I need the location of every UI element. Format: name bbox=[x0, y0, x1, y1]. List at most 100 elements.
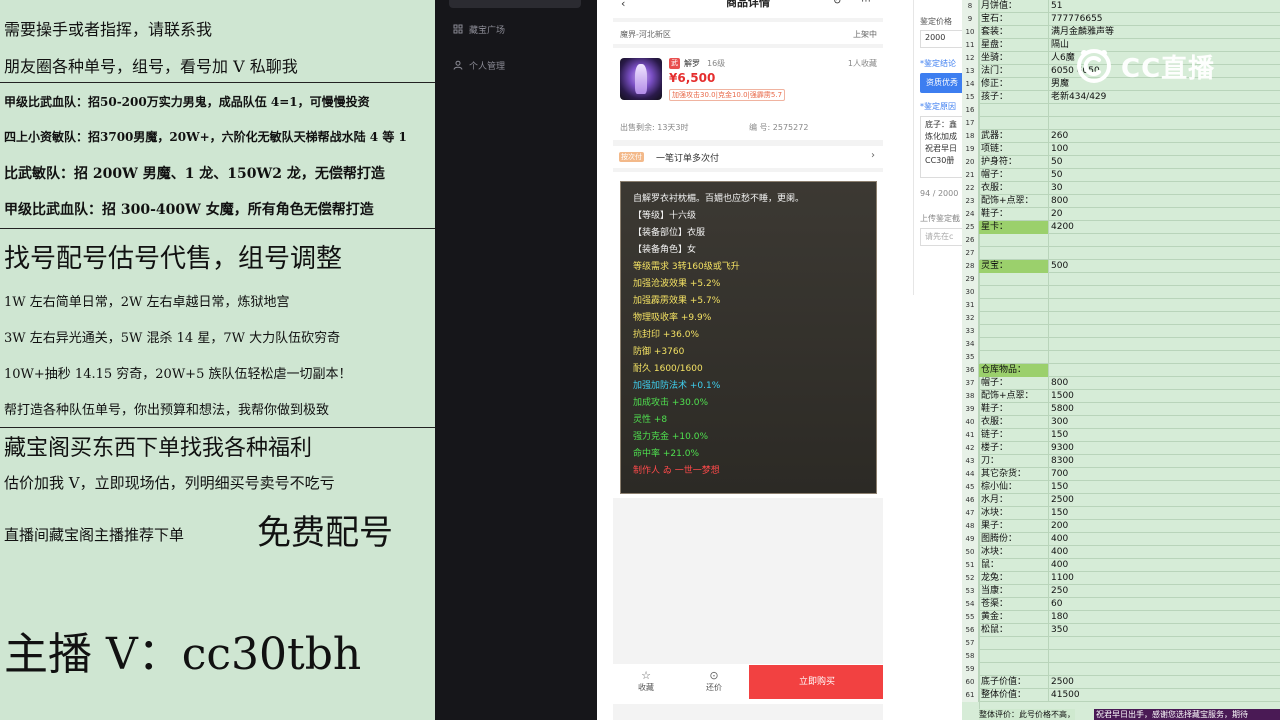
cell-label[interactable]: 水月： bbox=[979, 494, 1049, 507]
share-icon[interactable]: ↻ bbox=[833, 0, 841, 7]
row-number[interactable]: 58 bbox=[962, 650, 979, 663]
cell-label[interactable] bbox=[979, 247, 1049, 260]
cell-label[interactable]: 棕小仙： bbox=[979, 481, 1049, 494]
cell-label[interactable] bbox=[979, 299, 1049, 312]
row-number[interactable]: 40 bbox=[962, 416, 979, 429]
cell-label[interactable]: 冰块： bbox=[979, 546, 1049, 559]
cell-value[interactable]: 300 bbox=[1049, 416, 1169, 429]
row-number[interactable]: 15 bbox=[962, 91, 979, 104]
cell-label[interactable]: 项链： bbox=[979, 143, 1049, 156]
row-number[interactable]: 27 bbox=[962, 247, 979, 260]
cell-label[interactable]: 月饼值： bbox=[979, 0, 1049, 13]
cell-label[interactable]: 配饰+点翠： bbox=[979, 390, 1049, 403]
row-number[interactable]: 34 bbox=[962, 338, 979, 351]
cell-value[interactable]: 800 bbox=[1049, 377, 1169, 390]
cell-label[interactable]: 果子： bbox=[979, 520, 1049, 533]
row-number[interactable]: 43 bbox=[962, 455, 979, 468]
cell-value[interactable] bbox=[1049, 325, 1169, 338]
row-number[interactable]: 12 bbox=[962, 52, 979, 65]
favorite-button[interactable]: ☆ 收藏 bbox=[613, 664, 679, 704]
buy-now-button[interactable]: 立即购买 bbox=[749, 665, 883, 699]
cell-value[interactable] bbox=[1049, 637, 1169, 650]
cell-label[interactable]: 整体价值： bbox=[979, 689, 1049, 702]
cell-label[interactable]: 宝石： bbox=[979, 13, 1049, 26]
cell-value[interactable]: 5800 bbox=[1049, 403, 1169, 416]
row-number[interactable]: 10 bbox=[962, 26, 979, 39]
cell-value[interactable]: 350 bbox=[1049, 624, 1169, 637]
cell-label[interactable] bbox=[979, 117, 1049, 130]
cell-value[interactable] bbox=[1049, 338, 1169, 351]
conclusion-button[interactable]: 资质优秀 bbox=[920, 73, 962, 93]
cell-value[interactable] bbox=[1049, 351, 1169, 364]
cell-value[interactable]: 9300 bbox=[1049, 442, 1169, 455]
cell-label[interactable]: 武器： bbox=[979, 130, 1049, 143]
row-number[interactable]: 19 bbox=[962, 143, 979, 156]
cell-value[interactable]: 100 bbox=[1049, 143, 1169, 156]
appraisal-price-input[interactable]: 2000 bbox=[920, 30, 962, 48]
cell-value[interactable] bbox=[1049, 247, 1169, 260]
row-number[interactable]: 54 bbox=[962, 598, 979, 611]
row-number[interactable]: 57 bbox=[962, 637, 979, 650]
row-number[interactable]: 59 bbox=[962, 663, 979, 676]
cell-value[interactable]: 400 bbox=[1049, 559, 1169, 572]
cell-value[interactable]: 60 bbox=[1049, 598, 1169, 611]
appraisal-reason-textarea[interactable]: 底子：鑫 炼化加成 祝君早日 CC30册 bbox=[920, 116, 962, 178]
cell-label[interactable]: 衣服： bbox=[979, 416, 1049, 429]
row-number[interactable]: 52 bbox=[962, 572, 979, 585]
cell-value[interactable]: 150 bbox=[1049, 429, 1169, 442]
cell-value[interactable] bbox=[1049, 286, 1169, 299]
cell-label[interactable]: 鞋子： bbox=[979, 403, 1049, 416]
row-number[interactable]: 21 bbox=[962, 169, 979, 182]
cell-label[interactable] bbox=[979, 351, 1049, 364]
row-number[interactable]: 45 bbox=[962, 481, 979, 494]
row-number[interactable]: 30 bbox=[962, 286, 979, 299]
cell-value[interactable]: 2500 bbox=[1049, 676, 1169, 689]
row-number[interactable]: 33 bbox=[962, 325, 979, 338]
cell-label[interactable]: 配饰+点翠： bbox=[979, 195, 1049, 208]
cell-value[interactable] bbox=[1049, 234, 1169, 247]
row-number[interactable]: 48 bbox=[962, 520, 979, 533]
row-number[interactable]: 18 bbox=[962, 130, 979, 143]
cell-value[interactable]: 500 bbox=[1049, 260, 1169, 273]
cell-value[interactable]: 150 bbox=[1049, 507, 1169, 520]
cell-value[interactable]: 8300 bbox=[1049, 455, 1169, 468]
cell-label[interactable]: 当康： bbox=[979, 585, 1049, 598]
cell-label[interactable] bbox=[979, 234, 1049, 247]
cell-label[interactable]: 仓库物品： bbox=[979, 364, 1049, 377]
cell-label[interactable] bbox=[979, 273, 1049, 286]
cell-label[interactable]: 楼子： bbox=[979, 442, 1049, 455]
row-number[interactable]: 11 bbox=[962, 39, 979, 52]
cell-value[interactable]: 50 bbox=[1049, 156, 1169, 169]
row-number[interactable]: 31 bbox=[962, 299, 979, 312]
cell-label[interactable]: 帽子： bbox=[979, 377, 1049, 390]
sidebar-top-item[interactable] bbox=[449, 0, 581, 8]
row-number[interactable]: 20 bbox=[962, 156, 979, 169]
cell-label[interactable]: 星盘： bbox=[979, 39, 1049, 52]
cell-value[interactable]: 4200 bbox=[1049, 221, 1169, 234]
cell-label[interactable]: 帽子： bbox=[979, 169, 1049, 182]
pay-in-installments-row[interactable]: 按次付 一笔订单多次付 › bbox=[613, 146, 883, 168]
row-number[interactable]: 50 bbox=[962, 546, 979, 559]
row-number[interactable]: 42 bbox=[962, 442, 979, 455]
cell-value[interactable]: 400 bbox=[1049, 546, 1169, 559]
row-number[interactable]: 36 bbox=[962, 364, 979, 377]
cell-value[interactable]: 满月金麟雅声等 bbox=[1049, 26, 1169, 39]
row-number[interactable]: 44 bbox=[962, 468, 979, 481]
cell-value[interactable]: 800 bbox=[1049, 195, 1169, 208]
cell-label[interactable] bbox=[979, 286, 1049, 299]
cell-value[interactable] bbox=[1049, 117, 1169, 130]
row-number[interactable]: 47 bbox=[962, 507, 979, 520]
cell-value[interactable] bbox=[1049, 299, 1169, 312]
row-number[interactable]: 38 bbox=[962, 390, 979, 403]
row-number[interactable]: 16 bbox=[962, 104, 979, 117]
sidebar-item-plaza[interactable]: 藏宝广场 bbox=[453, 20, 505, 38]
cell-label[interactable] bbox=[979, 338, 1049, 351]
cell-value[interactable]: 260 bbox=[1049, 130, 1169, 143]
cell-label[interactable] bbox=[979, 650, 1049, 663]
row-number[interactable]: 51 bbox=[962, 559, 979, 572]
cell-label[interactable] bbox=[979, 663, 1049, 676]
cell-label[interactable]: 链子： bbox=[979, 429, 1049, 442]
cell-label[interactable]: 坐骑： bbox=[979, 52, 1049, 65]
upload-input[interactable]: 请先在c bbox=[920, 228, 962, 246]
row-number[interactable]: 56 bbox=[962, 624, 979, 637]
